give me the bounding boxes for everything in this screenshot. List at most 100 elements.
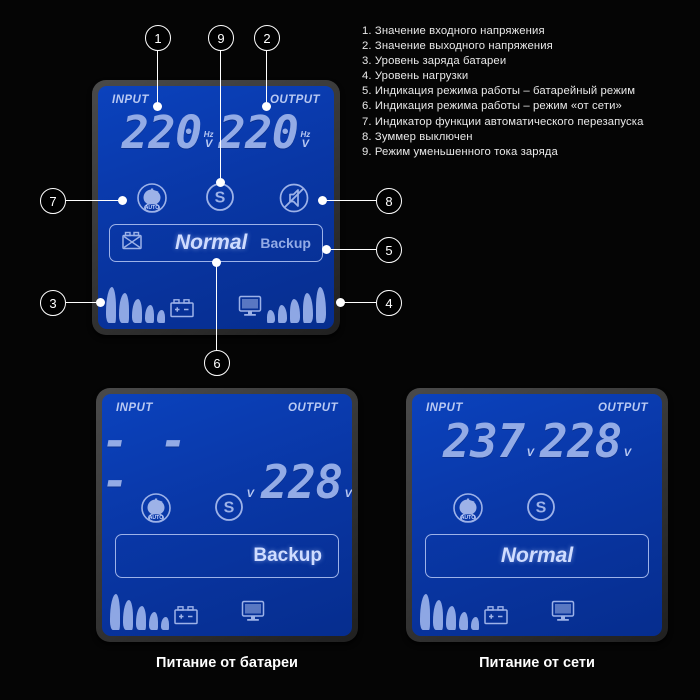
main-output-units: Hz V <box>300 131 310 150</box>
callout-3: 3 <box>40 290 66 316</box>
load-bar-4 <box>303 293 313 323</box>
auto-restart-icon: AUTO <box>140 492 172 524</box>
battery-panel-caption: Питание от батареи <box>156 655 298 671</box>
main-input-units: Hz V <box>204 131 214 150</box>
battery-mode-panel: INPUT OUTPUT - - - V 228 V AUTO S Backup <box>96 388 358 642</box>
battery-lcd-screen: INPUT OUTPUT - - - V 228 V AUTO S Backup <box>102 394 352 636</box>
monitor-icon <box>550 599 576 628</box>
mains-input-value: 237 <box>442 414 525 468</box>
load-bar-5 <box>316 287 326 323</box>
legend-item-8: 8. Зуммер выключен <box>362 130 473 143</box>
battery-bar-2 <box>123 600 133 630</box>
main-input-label: INPUT <box>112 94 149 106</box>
legend-item-2: 2. Значение выходного напряжения <box>362 40 553 53</box>
legend-item-3: 3. Уровень заряда батареи <box>362 55 507 68</box>
callout-2: 2 <box>254 25 280 51</box>
load-level-gauge <box>237 287 326 323</box>
callout-leader-7 <box>66 200 122 202</box>
main-output-label: OUTPUT <box>269 94 320 106</box>
mains-status-box: Normal <box>425 534 649 578</box>
smart-charge-icon: S <box>214 492 244 522</box>
load-level-gauge <box>550 599 576 628</box>
battery-level-gauge <box>106 287 195 323</box>
battery-status-box: Backup <box>115 534 339 578</box>
battery-bar-5 <box>471 617 479 630</box>
battery-bar-5 <box>157 310 165 323</box>
battery-input-label: INPUT <box>116 402 153 414</box>
monitor-icon <box>237 294 263 323</box>
callout-8: 8 <box>376 188 402 214</box>
battery-output-label: OUTPUT <box>287 402 338 414</box>
mains-input-label: INPUT <box>426 402 463 414</box>
svg-text:S: S <box>215 190 226 207</box>
battery-bar-4 <box>149 612 158 630</box>
load-level-gauge <box>240 599 266 628</box>
auto-restart-icon: AUTO <box>452 492 484 524</box>
battery-cross-icon <box>120 230 144 257</box>
legend-item-4: 4. Уровень нагрузки <box>362 70 469 83</box>
callout-leader-1 <box>157 50 159 106</box>
callout-9: 9 <box>208 25 234 51</box>
battery-symbol-row: AUTO S <box>102 492 352 526</box>
callout-leader-9 <box>220 50 222 182</box>
callout-leader-8 <box>322 200 376 202</box>
load-bar-3 <box>290 299 300 323</box>
battery-level-gauge <box>110 594 199 630</box>
battery-bar-1 <box>420 594 430 630</box>
main-readouts: 220 Hz V 220 Hz V <box>98 106 334 159</box>
main-output-value: 220 <box>218 106 299 159</box>
mains-output-units: V <box>624 448 631 459</box>
callout-leader-3 <box>66 302 100 304</box>
load-bar-1 <box>267 310 275 323</box>
main-input-value: 220 <box>121 106 202 159</box>
main-output-reading: 220 Hz V <box>218 106 311 159</box>
svg-text:AUTO: AUTO <box>461 515 476 521</box>
mains-output-value: 228 <box>540 414 622 468</box>
mains-output-label: OUTPUT <box>597 402 648 414</box>
battery-bar-1 <box>110 594 120 630</box>
battery-icon <box>169 298 195 323</box>
legend-item-5: 5. Индикация режима работы – батарейный … <box>362 85 636 98</box>
mains-output-reading: 228 V <box>540 414 631 468</box>
battery-bar-4 <box>459 612 468 630</box>
svg-text:AUTO: AUTO <box>145 205 160 211</box>
battery-bar-3 <box>136 606 146 630</box>
callout-5: 5 <box>376 237 402 263</box>
battery-input-value: - - - <box>102 416 190 508</box>
mains-mode-panel: INPUT OUTPUT 237 V 228 V AUTO S Normal <box>406 388 668 642</box>
screenshot-root: 1. Значение входного напряжения 2. Значе… <box>0 0 700 700</box>
legend-item-7: 7. Индикатор функции автоматического пер… <box>362 115 644 128</box>
legend-item-9: 9. Режим уменьшенного тока заряда <box>362 145 558 158</box>
callout-1: 1 <box>145 25 171 51</box>
callout-leader-4 <box>340 302 376 304</box>
monitor-icon <box>240 599 266 628</box>
mains-readouts: 237 V 228 V <box>412 414 662 468</box>
buzzer-off-icon <box>278 182 310 214</box>
svg-text:S: S <box>224 500 235 517</box>
main-status-box: Normal Backup <box>109 224 323 262</box>
legend-item-1: 1. Значение входного напряжения <box>362 25 545 37</box>
legend-item-6: 6. Индикация режима работы – режим «от с… <box>362 100 622 113</box>
unit-v: V <box>526 447 534 460</box>
main-input-reading: 220 Hz V <box>121 106 214 159</box>
svg-text:S: S <box>536 500 547 517</box>
mains-input-reading: 237 V <box>442 414 534 468</box>
load-bar-2 <box>278 305 287 323</box>
battery-bar-3 <box>446 606 456 630</box>
callout-leader-2 <box>266 50 268 106</box>
main-mode-normal: Normal <box>175 231 248 254</box>
legend-list: 1. Значение входного напряжения 2. Значе… <box>362 24 692 160</box>
mains-lcd-screen: INPUT OUTPUT 237 V 228 V AUTO S Normal <box>412 394 662 636</box>
mains-symbol-row: AUTO S <box>412 492 662 526</box>
battery-bar-4 <box>145 305 154 323</box>
battery-icon <box>173 605 199 630</box>
battery-bar-3 <box>132 299 142 323</box>
svg-text:AUTO: AUTO <box>149 515 164 521</box>
mains-mode-label: Normal <box>500 544 574 567</box>
battery-bar-2 <box>433 600 443 630</box>
callout-leader-5 <box>326 249 376 251</box>
mains-panel-caption: Питание от сети <box>479 655 595 671</box>
main-mode-backup: Backup <box>260 235 311 251</box>
smart-charge-icon: S <box>526 492 556 522</box>
callout-6: 6 <box>204 350 230 376</box>
